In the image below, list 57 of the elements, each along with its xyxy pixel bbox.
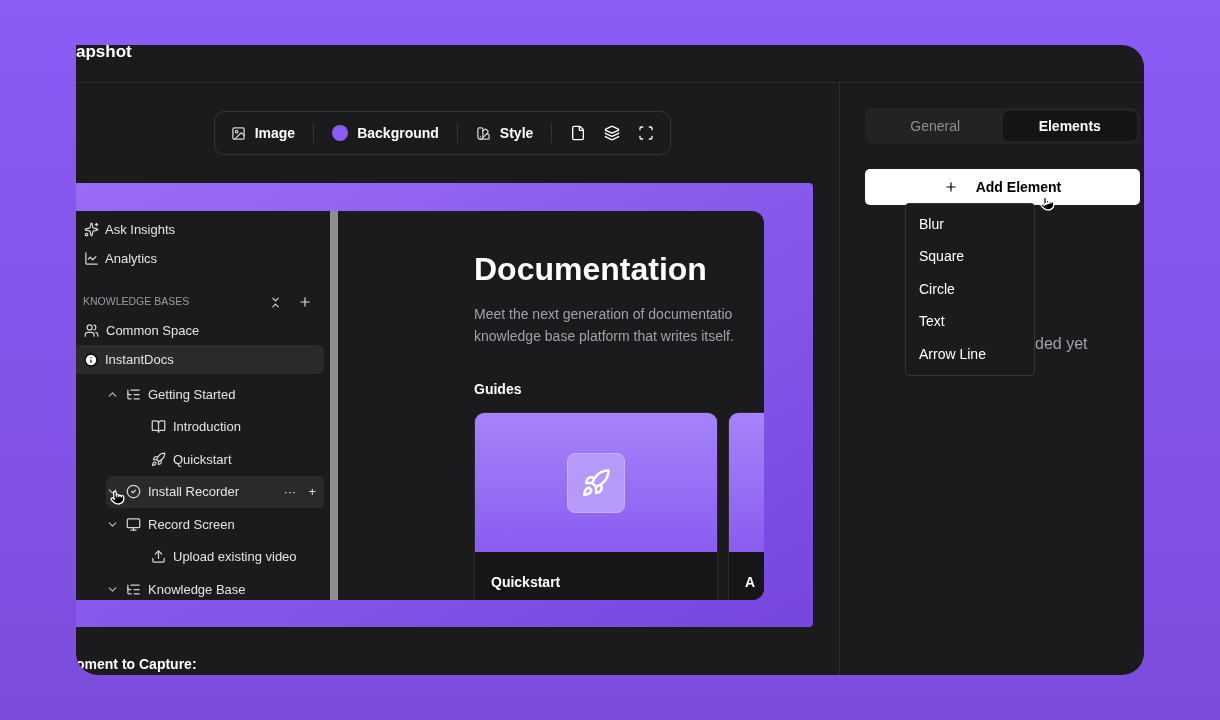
card-title: Quickstart [490, 573, 562, 592]
guide-card[interactable]: Quickstart [474, 412, 718, 600]
upload-icon [151, 549, 166, 565]
window-title: apshot [76, 45, 133, 59]
cursor-icon [110, 489, 125, 505]
tree-item[interactable]: Upload existing video [131, 540, 324, 573]
plus-icon[interactable] [298, 295, 312, 309]
check-circle-icon [126, 484, 141, 500]
tree-item[interactable]: Getting Started [106, 378, 324, 411]
menu-item[interactable]: Square [906, 240, 1034, 273]
tab[interactable]: General [868, 111, 1003, 141]
toolbar-button[interactable]: Image [230, 122, 296, 144]
swatch-icon [475, 125, 491, 141]
plus-icon [943, 180, 958, 194]
intro-text: knowledge base platform that writes itself. [474, 327, 735, 346]
nav-item[interactable]: InstantDocs [76, 345, 324, 374]
sparkle-icon [84, 222, 99, 237]
menu-item[interactable]: Text [906, 305, 1034, 338]
book-icon [151, 419, 166, 435]
tree-item[interactable]: Knowledge Base [106, 573, 324, 600]
menu-item[interactable]: Blur [906, 208, 1034, 241]
list-tree-icon [126, 386, 141, 402]
monitor-icon [126, 516, 141, 532]
nav-item[interactable]: Analytics [76, 244, 324, 273]
empty-text: ded yet [1035, 334, 1089, 354]
section-title: Guides [474, 380, 523, 399]
tab[interactable]: Elements [1002, 111, 1137, 141]
layers-icon[interactable] [604, 125, 621, 141]
add-element-button[interactable]: Add Element [865, 169, 1140, 205]
section-heading: KNOWLEDGE BASES [83, 294, 190, 310]
tree-item[interactable]: Introduction [131, 410, 324, 443]
tree-item[interactable]: Record Screen [106, 508, 324, 541]
row-action[interactable]: ··· [283, 482, 297, 502]
nav-item[interactable]: Common Space [76, 316, 324, 345]
collapse-icon[interactable] [269, 295, 282, 309]
toolbar-button[interactable]: Background [332, 122, 439, 144]
image-icon [230, 125, 246, 141]
toolbar-button[interactable]: Style [475, 122, 534, 144]
row-action[interactable]: + [308, 482, 316, 502]
tree-item[interactable]: Install Recorder ··· + [106, 475, 324, 508]
people-icon [84, 323, 99, 338]
page-heading: Documentation [474, 250, 708, 289]
tree-item[interactable]: Quickstart [131, 443, 324, 476]
workspace-icon [84, 352, 98, 367]
menu-item[interactable]: Circle [906, 273, 1034, 306]
chart-icon [84, 251, 99, 266]
list-tree-icon [126, 581, 141, 597]
file-icon[interactable] [570, 125, 587, 141]
intro-text: Meet the next generation of documentatio [474, 305, 734, 324]
cursor-icon [1040, 196, 1055, 211]
menu-item[interactable]: Arrow Line [906, 338, 1034, 371]
card-title: A [744, 573, 757, 592]
rocket-icon [151, 451, 166, 467]
nav-item[interactable]: Ask Insights [76, 215, 324, 244]
guide-card[interactable]: A [728, 412, 764, 600]
rocket-icon [581, 467, 611, 498]
scan-icon[interactable] [638, 125, 655, 141]
